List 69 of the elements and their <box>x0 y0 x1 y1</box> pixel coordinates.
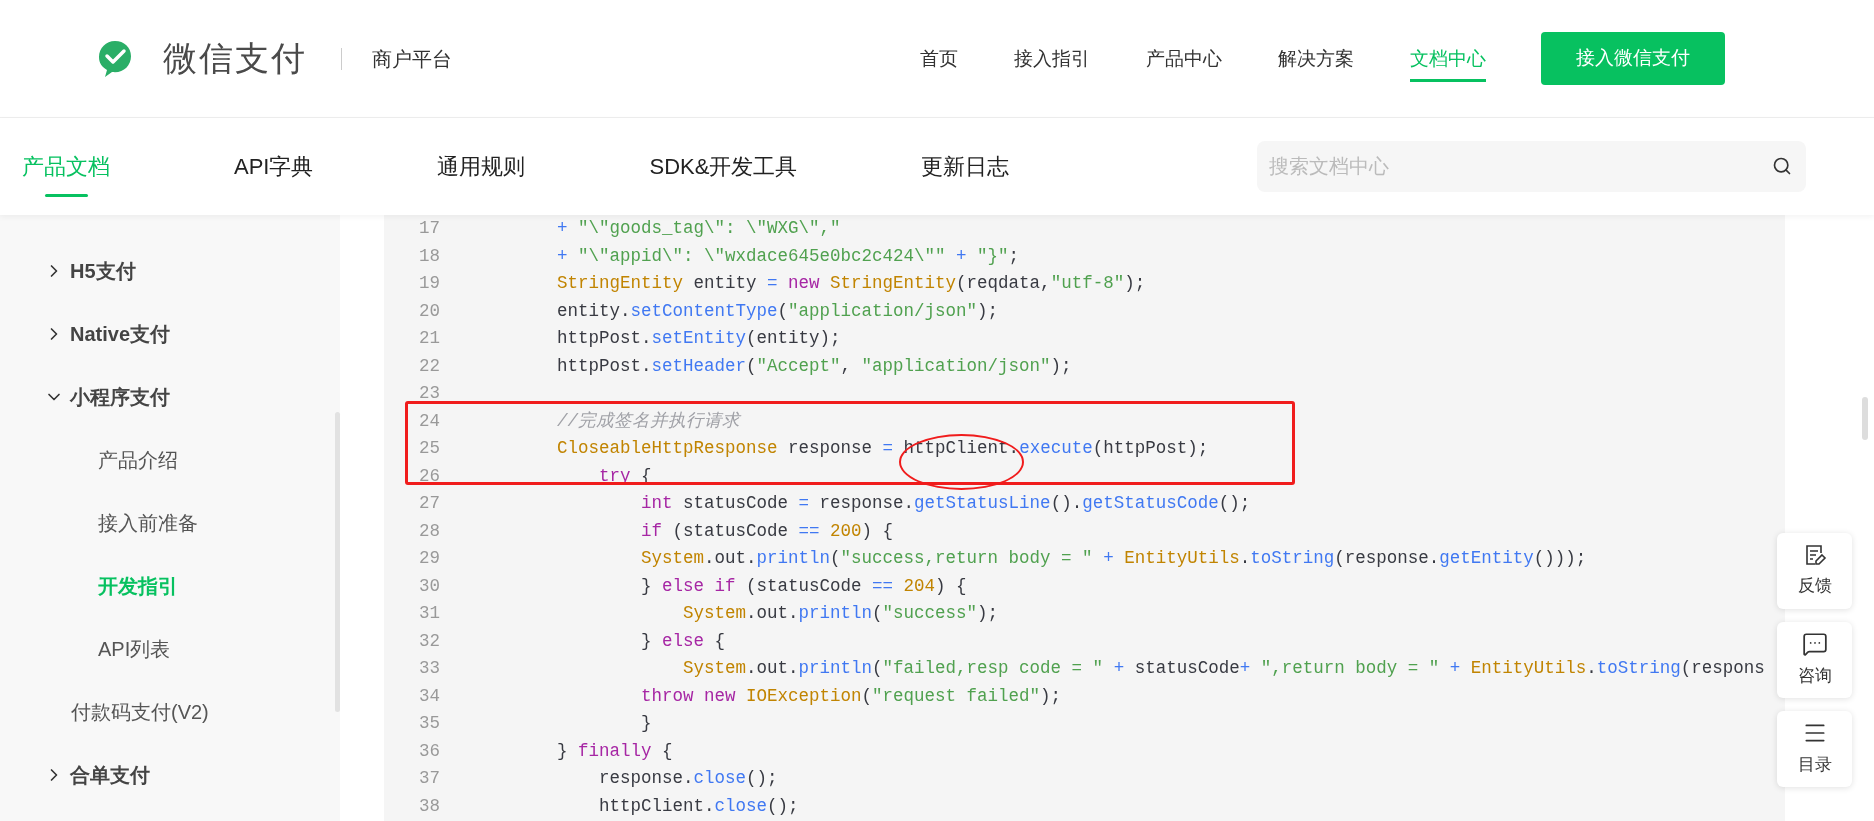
nav-link[interactable]: 首页 <box>920 34 958 83</box>
code-line: httpPost.setHeader("Accept", "application/json"); <box>557 354 1072 378</box>
scrollbar-thumb[interactable] <box>1862 397 1868 440</box>
float-button[interactable]: 目录 <box>1777 711 1852 787</box>
code-line: System.out.println("success"); <box>682 602 999 625</box>
line-number: 25 <box>418 437 440 460</box>
line-number: 36 <box>418 739 440 763</box>
line-number: 27 <box>418 492 440 515</box>
line-number: 18 <box>418 244 440 268</box>
code-line: if (statusCode == 200) { <box>640 519 894 543</box>
float-button[interactable]: 反馈 <box>1777 533 1852 609</box>
code-line: } else if (statusCode == 204) { <box>640 574 967 598</box>
logo-icon <box>97 38 133 79</box>
platform-name: 商户平台 <box>372 46 452 72</box>
sidebar-item[interactable]: 接入前准备 <box>0 491 330 554</box>
code-line: httpClient.close(); <box>598 794 799 818</box>
code-line: } <box>640 712 652 735</box>
scrollbar-thumb[interactable] <box>335 412 340 712</box>
sidebar-item[interactable]: 产品介绍 <box>0 428 330 491</box>
line-number: 20 <box>418 299 440 323</box>
doc-tab[interactable]: 通用规则 <box>437 118 526 215</box>
code-line: StringEntity entity = new StringEntity(reqdata,"utf-8"); <box>557 272 1146 295</box>
search-field[interactable]: 搜索文档中心 <box>1257 141 1806 192</box>
sidebar-item[interactable]: API列表 <box>0 617 330 680</box>
nav-link[interactable]: 产品中心 <box>1146 34 1222 83</box>
line-number: 17 <box>418 217 440 240</box>
line-number: 19 <box>418 272 440 295</box>
sidebar-item[interactable]: 付款码支付(V2) <box>0 680 330 743</box>
code-line: response.close(); <box>598 767 778 790</box>
line-number: 29 <box>418 547 440 570</box>
line-number: 31 <box>418 602 440 625</box>
chat-bubble-icon <box>1801 631 1828 658</box>
code-line: httpPost.setEntity(entity); <box>557 327 841 350</box>
sidebar-group[interactable]: 小程序支付 <box>0 365 178 428</box>
search-icon[interactable] <box>1772 156 1792 176</box>
code-line: CloseableHttpResponse response = httpClient.execute(httpPost); <box>557 437 1209 460</box>
line-number: 23 <box>418 382 440 405</box>
brand-name: 微信支付 <box>163 38 307 79</box>
doc-tab[interactable]: SDK&开发工具 <box>649 118 798 215</box>
code-line: int statusCode = response.getStatusLine().getStatusCode(); <box>640 492 1251 515</box>
line-number: 24 <box>418 409 440 433</box>
line-number: 28 <box>418 519 440 543</box>
doc-tab[interactable]: API字典 <box>234 118 314 215</box>
code-line: + "\"appid\": \"wxdace645e0bc2c424\"" + "}"; <box>557 244 1020 268</box>
line-number: 21 <box>418 327 440 350</box>
line-number: 38 <box>418 794 440 818</box>
line-number: 33 <box>418 657 440 680</box>
nav-link[interactable]: 接入指引 <box>1014 34 1090 83</box>
code-line: } else { <box>640 629 726 653</box>
code-line: } finally { <box>557 739 673 763</box>
code-line: entity.setContentType("application/json"); <box>557 299 999 323</box>
code-line: System.out.println("failed,resp code = " + statusCode+ ",return body = " + EntityUtils.toString(respons <box>682 657 1765 680</box>
float-button[interactable]: 咨询 <box>1777 622 1852 698</box>
line-number: 22 <box>418 354 440 378</box>
line-number: 35 <box>418 712 440 735</box>
nav-link[interactable]: 解决方案 <box>1278 34 1354 83</box>
sidebar-group[interactable]: H5支付 <box>0 239 144 302</box>
doc-tab[interactable]: 更新日志 <box>921 118 1010 215</box>
line-number: 34 <box>418 684 440 708</box>
line-number: 37 <box>418 767 440 790</box>
sidebar-group[interactable]: 合单支付 <box>0 743 158 806</box>
code-line: + "\"goods_tag\": \"WXG\"," <box>557 217 841 240</box>
line-number: 30 <box>418 574 440 598</box>
code-line: //完成签名并执行请求 <box>557 409 740 433</box>
code-line: System.out.println("success,return body = " + EntityUtils.toString(response.getEntity())); <box>640 547 1587 570</box>
line-number: 26 <box>418 464 440 488</box>
sidebar-group[interactable]: Native支付 <box>0 302 179 365</box>
line-number: 32 <box>418 629 440 653</box>
code-line: throw new IOException("request failed"); <box>640 684 1062 708</box>
